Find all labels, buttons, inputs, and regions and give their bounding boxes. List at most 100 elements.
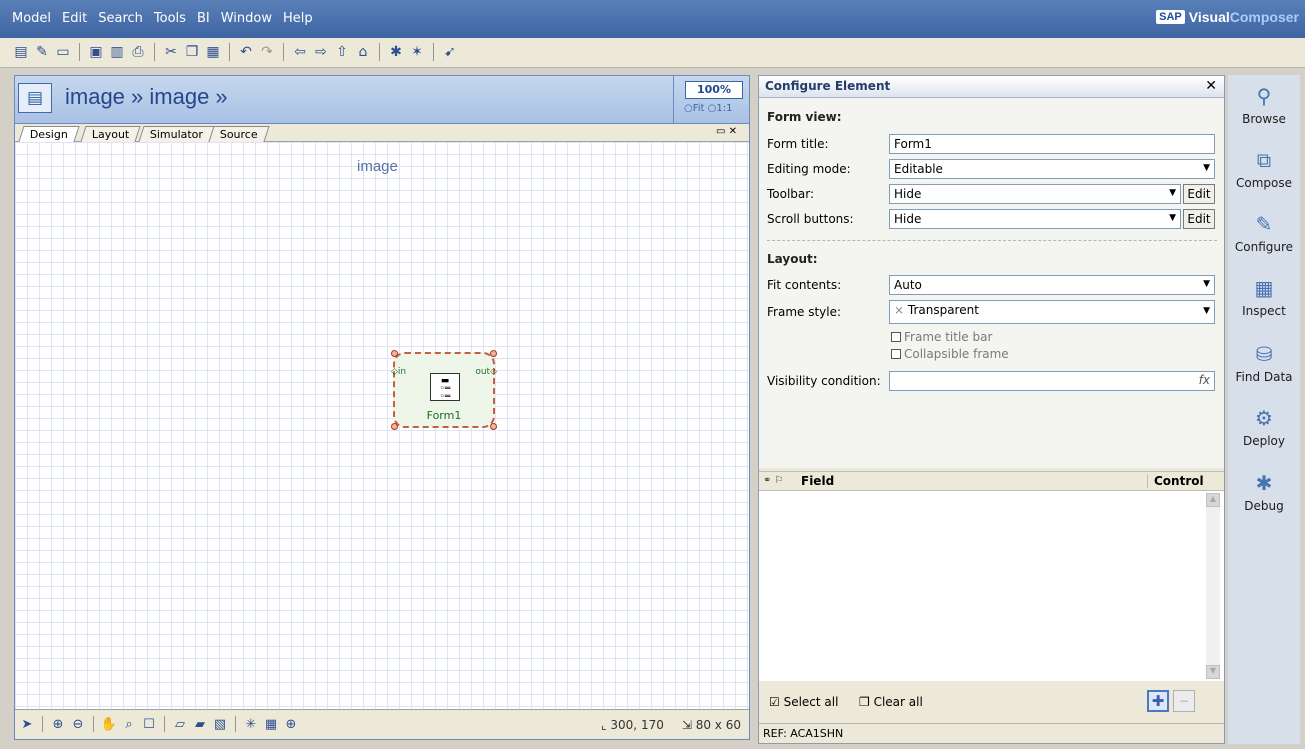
fit-contents-select[interactable]: Auto ▼	[889, 275, 1215, 295]
cut-icon[interactable]: ✂	[162, 43, 180, 61]
grid-footer: ☑ Select all ❐ Clear all ✚ −	[759, 683, 1224, 723]
task-compose[interactable]: ⧉ Compose	[1228, 147, 1300, 190]
pointer-icon[interactable]: ➤	[19, 716, 35, 732]
tab-source[interactable]: Source	[208, 126, 270, 142]
vertical-scrollbar[interactable]: ▲ ▼	[1206, 493, 1220, 679]
shapes-icon[interactable]: ▰	[192, 716, 208, 732]
database-icon: ⛁	[1255, 342, 1273, 366]
task-deploy[interactable]: ⚙ Deploy	[1228, 405, 1300, 448]
redo-icon[interactable]: ↷	[258, 43, 276, 61]
chevron-down-icon: ▼	[1203, 279, 1210, 289]
frame-title-bar-checkbox[interactable]: Frame title bar	[891, 330, 992, 344]
properties-form: Form view: Form title: Form1 Editing mod…	[759, 98, 1224, 468]
tab-layout[interactable]: Layout	[80, 126, 142, 142]
form-element[interactable]: ◇in out◇ ▬ ◦═ ◦═ Form1	[391, 350, 497, 430]
shape-icon[interactable]: ▱	[172, 716, 188, 732]
new-icon[interactable]: ▤	[12, 43, 30, 61]
configure-panel: Configure Element ✕ Form view: Form titl…	[758, 75, 1225, 744]
control-column-header[interactable]: Control	[1147, 474, 1204, 488]
comment-icon[interactable]: ☐	[141, 716, 157, 732]
tab-design[interactable]: Design	[18, 126, 80, 142]
board-window-controls[interactable]: ▭ ✕	[716, 126, 737, 137]
home-icon[interactable]: ⌂	[354, 43, 372, 61]
menu-edit[interactable]: Edit	[62, 11, 87, 26]
layout-icon[interactable]: ✳	[243, 716, 259, 732]
menu-bi[interactable]: BI	[197, 11, 210, 26]
add-field-button[interactable]: ✚	[1147, 690, 1169, 712]
form-title-input[interactable]: Form1	[889, 134, 1215, 154]
design-canvas[interactable]: image ◇in out◇ ▬ ◦═ ◦═ Form1	[15, 142, 749, 711]
menu-tools[interactable]: Tools	[154, 11, 186, 26]
collapsible-frame-checkbox[interactable]: Collapsible frame	[891, 347, 1009, 361]
help-pointer-icon[interactable]: ➹	[441, 43, 459, 61]
editing-mode-select[interactable]: Editable ▼	[889, 159, 1215, 179]
zoom-level[interactable]: 100%	[685, 81, 743, 99]
editing-mode-label: Editing mode:	[767, 162, 851, 176]
out-port[interactable]: out◇	[475, 367, 497, 377]
board-tabs: Design Layout Simulator Source ▭ ✕	[15, 124, 749, 142]
form-icon: ▤	[18, 83, 52, 113]
scroll-buttons-label: Scroll buttons:	[767, 212, 854, 226]
toolbar-edit-button[interactable]: Edit	[1183, 184, 1215, 204]
select-all-button[interactable]: ☑ Select all	[769, 695, 838, 709]
save-icon[interactable]: ▣	[87, 43, 105, 61]
task-inspect[interactable]: ▦ Inspect	[1228, 275, 1300, 318]
resize-handle[interactable]	[490, 350, 497, 357]
open-icon[interactable]: ✎	[33, 43, 51, 61]
resize-handle[interactable]	[490, 423, 497, 430]
field-column-header[interactable]: Field	[801, 474, 834, 488]
layers-icon[interactable]: ▧	[212, 716, 228, 732]
grid-icon[interactable]: ▦	[263, 716, 279, 732]
copy-icon[interactable]: ❐	[183, 43, 201, 61]
menu-model[interactable]: Model	[12, 11, 51, 26]
inspect-icon: ▦	[1254, 276, 1274, 300]
resize-handle[interactable]	[391, 423, 398, 430]
print-icon[interactable]: ⎙	[129, 43, 147, 61]
zoom-out-icon[interactable]: ⊖	[70, 716, 86, 732]
grid-header-icons[interactable]: ⚭ ⚐	[763, 475, 784, 486]
undo-icon[interactable]: ↶	[237, 43, 255, 61]
save-all-icon[interactable]: ▥	[108, 43, 126, 61]
field-grid[interactable]: ▲ ▼	[759, 491, 1224, 681]
task-find-data[interactable]: ⛁ Find Data	[1228, 341, 1300, 384]
task-browse[interactable]: ⚲ Browse	[1228, 83, 1300, 126]
scroll-buttons-select[interactable]: Hide ▼	[889, 209, 1181, 229]
back-icon[interactable]: ⇦	[291, 43, 309, 61]
formula-icon[interactable]: fx	[1199, 373, 1210, 387]
task-debug[interactable]: ✱ Debug	[1228, 470, 1300, 513]
chevron-down-icon: ▼	[1169, 188, 1176, 198]
visibility-label: Visibility condition:	[767, 374, 881, 388]
magnify-icon[interactable]: ⌕	[121, 716, 137, 732]
zoom-in-icon[interactable]: ⊕	[50, 716, 66, 732]
zoom-options[interactable]: ○Fit ○1:1	[684, 103, 732, 114]
folder-icon[interactable]: ▭	[54, 43, 72, 61]
fit-contents-label: Fit contents:	[767, 278, 842, 292]
paste-icon[interactable]: ▦	[204, 43, 222, 61]
up-icon[interactable]: ⇧	[333, 43, 351, 61]
close-icon[interactable]: ✕	[1205, 78, 1217, 94]
center-icon[interactable]: ⊕	[283, 716, 299, 732]
remove-field-button[interactable]: −	[1173, 690, 1195, 712]
menu-window[interactable]: Window	[221, 11, 272, 26]
tab-simulator[interactable]: Simulator	[138, 126, 215, 142]
frame-style-select[interactable]: ⨯ Transparent ▼	[889, 300, 1215, 324]
toolbar-select[interactable]: Hide ▼	[889, 184, 1181, 204]
visibility-input[interactable]: fx	[889, 371, 1215, 391]
deploy-icon: ⚙	[1255, 406, 1273, 430]
task-panel: ⚲ Browse ⧉ Compose ✎ Configure ▦ Inspect ⛁ Fi…	[1228, 75, 1300, 744]
deploy-icon[interactable]: ✶	[408, 43, 426, 61]
forward-icon[interactable]: ⇨	[312, 43, 330, 61]
in-port[interactable]: ◇in	[391, 367, 406, 377]
resize-handle[interactable]	[391, 350, 398, 357]
scroll-edit-button[interactable]: Edit	[1183, 209, 1215, 229]
menu-help[interactable]: Help	[283, 11, 313, 26]
menu-search[interactable]: Search	[98, 11, 143, 26]
toolbar-label: Toolbar:	[767, 187, 815, 201]
pan-icon[interactable]: ✋	[101, 716, 117, 732]
clear-all-button[interactable]: ❐ Clear all	[859, 695, 923, 709]
product-name: VisualComposer	[1188, 9, 1299, 25]
task-configure[interactable]: ✎ Configure	[1228, 211, 1300, 254]
ref-status: REF: ACA1SHN	[759, 723, 1224, 743]
configure-icon: ✎	[1255, 212, 1273, 236]
run-icon[interactable]: ✱	[387, 43, 405, 61]
